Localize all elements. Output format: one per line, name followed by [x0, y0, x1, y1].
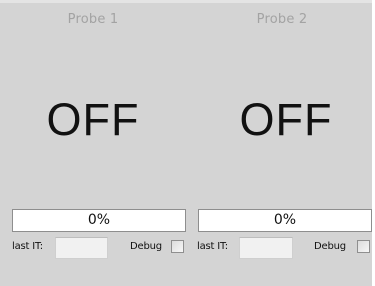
probe-2-progress-bar: 0%: [198, 209, 372, 232]
probe-2-debug-checkbox[interactable]: [357, 240, 370, 253]
probe-2-title: Probe 2: [256, 12, 308, 27]
probe-2-last-it-field[interactable]: [239, 237, 293, 259]
probe-1-title: Probe 1: [67, 12, 119, 27]
probe-2-last-it-label: last IT:: [197, 241, 228, 252]
probe-1-section: Probe 1 OFF 0% last IT: Debug: [0, 0, 186, 286]
probe-2-state: OFF: [239, 94, 333, 145]
probe-1-last-it-field[interactable]: [55, 237, 108, 259]
probe-1-progress-label: 0%: [87, 212, 111, 228]
probe-panel: Probe 1 OFF 0% last IT: Debug Probe 2 OF…: [0, 0, 375, 286]
probe-1-debug-label: Debug: [130, 241, 162, 252]
probe-1-debug-checkbox[interactable]: [171, 240, 184, 253]
probe-2-debug-label: Debug: [314, 241, 346, 252]
probe-1-progress-bar: 0%: [12, 209, 186, 232]
probe-1-last-it-label: last IT:: [12, 241, 43, 252]
probe-1-state: OFF: [46, 94, 140, 145]
probe-2-progress-label: 0%: [273, 212, 297, 228]
probe-2-section: Probe 2 OFF 0% last IT: Debug: [186, 0, 372, 286]
